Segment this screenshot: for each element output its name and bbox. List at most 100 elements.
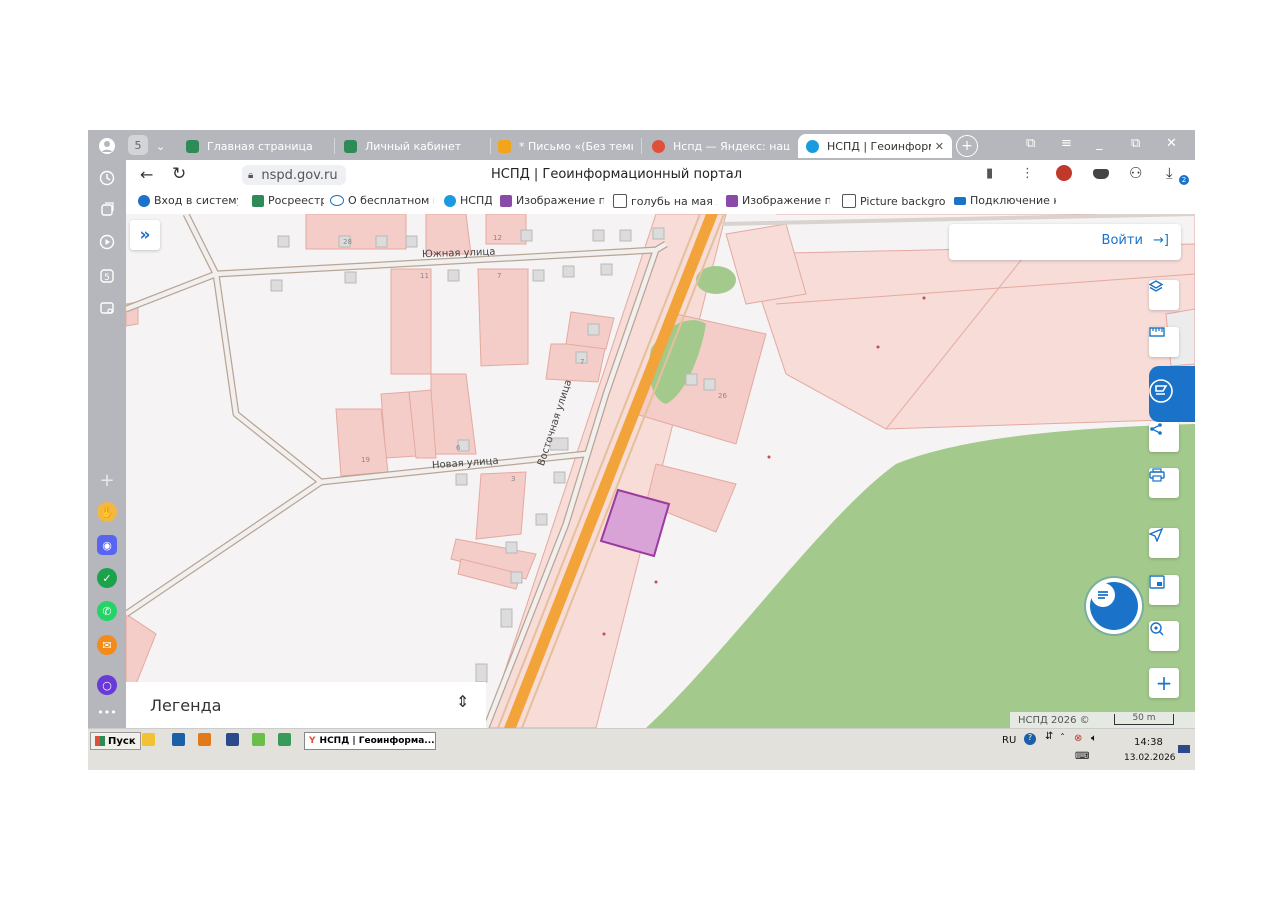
tray-arrows-icon[interactable]: ⇵ [1045,731,1053,742]
discord-icon[interactable]: ◉ [97,535,117,555]
layers-button[interactable] [1149,280,1179,310]
tab-nspd[interactable]: НСПД | Геоинформац ✕ [798,134,952,158]
save-icon[interactable] [226,733,239,746]
media-icon[interactable] [252,733,265,746]
bookmark-label: НСПД [460,194,492,207]
downloads-icon[interactable]: ⤓ [1166,164,1173,182]
house-number: 7 [580,358,585,366]
start-button[interactable]: Пуск [90,732,141,750]
tasks-icon[interactable]: ✓ [97,568,117,588]
bookmark-free[interactable]: О бесплатном пр [330,194,434,207]
show-desktop-icon[interactable] [142,733,155,746]
measure-button[interactable] [1149,327,1179,357]
close-window-icon[interactable]: ✕ [1166,136,1177,151]
bookmarks-bar: Вход в систему :: Росреестр О бесплатном… [126,190,1195,214]
navigation-arrow-icon [1149,528,1163,542]
legend-label: Легенда [150,696,222,715]
profile-icon[interactable] [97,136,117,156]
bookmark-rosreestr[interactable]: Росреестр [252,194,324,207]
collections-icon[interactable] [97,200,117,220]
expand-panel-button[interactable]: » [130,220,160,250]
login-arrow-icon: →] [1153,233,1169,248]
tab-list-chevron-icon[interactable]: ⌄ [156,134,165,158]
minimize-icon[interactable]: _ [1096,136,1103,151]
bookmark-label: голубь на мая лес [631,194,717,208]
minimap-button[interactable] [1149,575,1179,605]
history-icon[interactable] [97,168,117,188]
legend-toggle-icon[interactable]: ⇕ [456,692,469,711]
bookmark-icon[interactable]: ▮ [986,166,993,181]
tab-home[interactable]: Главная страница [186,134,326,158]
browser-sidebar: 5 + ✋ ◉ ✓ ✆ ✉ ○ ••• [88,130,126,728]
bookmark-image-1[interactable]: Изображение пи [500,194,604,207]
new-tab-button[interactable]: + [956,135,978,157]
help-icon[interactable]: ? [1024,733,1036,745]
tab-cabinet[interactable]: Личный кабинет [344,134,484,158]
tab-manager-icon[interactable]: ⧉ [1026,136,1035,151]
url-field[interactable]: 🔒︎ nspd.gov.ru [242,165,346,185]
restore-icon[interactable]: ⧉ [1131,136,1140,151]
taskbar-task-nspd[interactable]: Y НСПД | Геоинформа... [304,732,436,750]
navigate-button[interactable] [1149,528,1179,558]
clock-date[interactable]: 13.02.2026 [1124,753,1176,763]
menu-icon[interactable]: ≡ [1061,136,1072,151]
bookmark-picture[interactable]: Picture backgroun [842,194,946,208]
screenshot-icon[interactable] [97,298,117,318]
alice-icon[interactable]: ○ [97,675,117,695]
play-icon[interactable] [97,232,117,252]
legend-panel[interactable]: Легенда ⇕ [126,682,486,728]
print-icon [1149,468,1165,482]
app-icon[interactable] [278,733,291,746]
back-icon[interactable]: ← [140,165,153,184]
keyboard-icon[interactable]: ⌨ [1075,751,1089,762]
bookmark-nspd[interactable]: НСПД [444,194,492,207]
volume-icon[interactable]: 🔈︎ [1091,733,1097,744]
house-number: 6 [456,444,461,452]
house-number: 28 [343,238,352,246]
tab-mail[interactable]: * Письмо «(Без темы)» [498,134,633,158]
bookmark-image-2[interactable]: Изображение пи [726,194,830,207]
document-tool-button[interactable] [1149,379,1179,409]
bookmark-dove[interactable]: голубь на мая лес [613,194,717,208]
bookmark-label: Вход в систему :: [154,194,238,207]
tab-label: Нспд — Яндекс: нашлос [673,139,790,153]
illustrator-icon[interactable] [198,733,211,746]
hand-app-icon[interactable]: ✋ [97,502,117,522]
share-button[interactable] [1149,422,1179,452]
map-canvas[interactable]: 28 12 11 7 7 26 6 19 3 Южная улица Новая… [126,214,1195,728]
parcel [475,471,527,540]
login-button[interactable]: Войти →] [1102,233,1169,248]
zoom-in-button[interactable]: + [1149,668,1179,698]
chat-button[interactable] [1090,582,1138,630]
close-tab-icon[interactable]: ✕ [935,140,944,153]
bookmark-connect[interactable]: Подключение к в [954,194,1056,207]
more-icon[interactable]: ••• [97,702,117,722]
kebab-menu-icon[interactable]: ⋮ [1021,166,1034,181]
bookmark-label: Росреестр [268,194,324,207]
tray-expand-icon[interactable]: ˆ [1060,733,1065,744]
house-number: 11 [420,272,429,280]
extension-dark-icon[interactable] [1093,169,1109,179]
print-button[interactable] [1149,468,1179,498]
photoshop-icon[interactable] [172,733,185,746]
language-indicator[interactable]: RU [1002,735,1016,746]
clock-time[interactable]: 14:38 [1134,737,1163,748]
five-icon[interactable]: 5 [97,266,117,286]
house-number: 7 [497,272,502,280]
scale-bar: 50 m [1114,714,1174,725]
add-icon[interactable]: + [97,470,117,491]
reload-icon[interactable]: ↻ [172,164,186,184]
whatsapp-icon[interactable]: ✆ [97,601,117,621]
bookmark-login[interactable]: Вход в систему :: [138,194,238,207]
tab-separator [641,138,642,154]
bookmark-label: Подключение к в [970,194,1056,207]
rosreestr-favicon [344,139,357,153]
network-icon[interactable]: ⊗ [1074,733,1082,744]
extension-puzzle-icon[interactable]: ⚇ [1129,164,1142,182]
extension-pin-icon[interactable] [1056,165,1072,181]
geolocation-button[interactable] [1149,621,1179,651]
tab-yandex-search[interactable]: Нспд — Яндекс: нашлос [652,134,790,158]
show-desktop-strip-icon[interactable] [1178,745,1190,753]
mail-app-icon[interactable]: ✉ [97,635,117,655]
sidebar-badge[interactable]: 5 [128,135,148,155]
